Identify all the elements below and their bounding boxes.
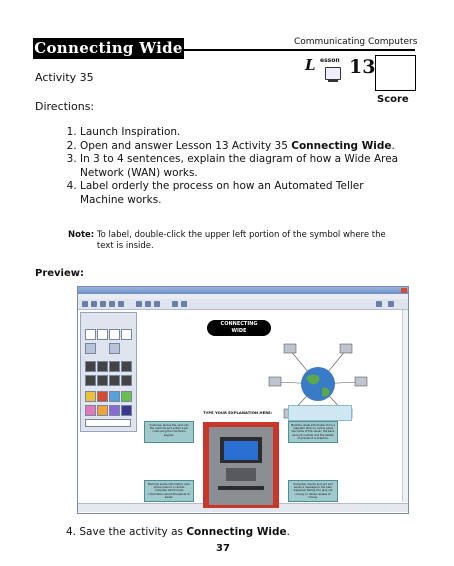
atm-card-slot [218, 486, 264, 490]
atm-screen [224, 441, 258, 460]
palette-dropdown [85, 419, 131, 427]
step-text: In 3 to 4 sentences, explain the diagram… [80, 153, 399, 179]
tool-icon [388, 301, 394, 307]
score-label: Score [377, 94, 409, 105]
palette-cell [97, 375, 108, 386]
note: Note: To label, double-click the upper l… [68, 230, 398, 252]
page-number: 37 [216, 543, 230, 554]
computer-icon [354, 376, 368, 387]
lesson-word: esson [320, 57, 340, 64]
explanation-caption: TYPE YOUR EXPLANATION HERE: [203, 410, 273, 415]
atm-keypad [226, 468, 256, 481]
toolbar [78, 299, 408, 310]
tool-icon [172, 301, 178, 307]
palette-cell [109, 391, 120, 402]
palette-cell [97, 391, 108, 402]
step-after: . [391, 139, 395, 152]
lesson-number: 13 [349, 56, 376, 78]
vertical-scrollbar [402, 310, 408, 502]
close-icon [401, 288, 407, 293]
step-text: Launch Inspiration. [80, 126, 181, 138]
step-3: In 3 to 4 sentences, explain the diagram… [80, 153, 410, 180]
tool-icon [376, 301, 382, 307]
palette-cell [121, 329, 132, 340]
symbol-palette [80, 312, 137, 432]
tool-icon [181, 301, 187, 307]
palette-cell [85, 391, 96, 402]
activity-label: Activity 35 [35, 71, 94, 84]
palette-cell [121, 405, 132, 416]
palette-cell [109, 405, 120, 416]
step-bold: Connecting Wide [291, 139, 392, 152]
lesson-initial: L [305, 56, 316, 74]
palette-cell [109, 329, 120, 340]
note-label: Note: [68, 230, 95, 240]
diagram-title-line2: WIDE [231, 328, 247, 334]
tool-icon [118, 301, 124, 307]
tool-icon [109, 301, 115, 307]
page-title: Connecting Wide [33, 38, 184, 59]
step-2: Open and answer Lesson 13 Activity 35 Co… [80, 140, 410, 154]
step-text: Open and answer Lesson 13 Activity 35 [80, 139, 292, 152]
palette-cell [85, 375, 96, 386]
tool-icon [82, 301, 88, 307]
atm-step-tile: Machine reads information from a magneti… [288, 421, 338, 443]
final-step-after: . [286, 526, 290, 538]
globe-icon [301, 367, 335, 401]
palette-cell [109, 361, 120, 372]
palette-cell [85, 343, 96, 354]
final-step-bold: Connecting Wide [186, 526, 287, 538]
palette-cell [97, 361, 108, 372]
tool-icon [145, 301, 151, 307]
lesson-badge: L esson 13 [305, 56, 375, 88]
diagram-title-badge: CONNECTING WIDE [207, 320, 271, 336]
palette-cell [97, 329, 108, 340]
computer-icon [283, 343, 297, 354]
computer-base-icon [328, 80, 338, 82]
diagram-title-line1: CONNECTING [220, 321, 258, 327]
atm-step-tile: Computer checks account and sends a mess… [288, 480, 338, 502]
palette-cell [121, 361, 132, 372]
palette-cell [85, 329, 96, 340]
explanation-input [288, 405, 352, 421]
tool-icon [154, 301, 160, 307]
palette-cell [121, 375, 132, 386]
directions-list: Launch Inspiration. Open and answer Less… [66, 126, 410, 207]
header-rule [184, 49, 415, 51]
note-text: To label, double-click the upper left po… [96, 230, 386, 251]
palette-cell [97, 405, 108, 416]
step-4: Label orderly the process on how an Auto… [80, 180, 410, 207]
computer-icon [339, 343, 353, 354]
directions-label: Directions: [35, 100, 95, 113]
series-title: Communicating Computers [294, 37, 418, 47]
atm-step-tile: Machine sends information over phone lin… [144, 480, 194, 502]
final-step-text: Save the activity as [79, 526, 187, 538]
final-step: 4. Save the activity as Connecting Wide. [66, 526, 290, 538]
tool-icon [136, 301, 142, 307]
palette-cell [109, 375, 120, 386]
final-step-number: 4. [66, 526, 77, 538]
palette-cell [109, 343, 120, 354]
palette-cell [121, 391, 132, 402]
window-titlebar [78, 287, 408, 294]
tool-icon [100, 301, 106, 307]
preview-label: Preview: [35, 268, 85, 279]
score-box[interactable] [375, 55, 416, 91]
computer-icon [268, 376, 282, 387]
palette-cell [85, 405, 96, 416]
step-text: Label orderly the process on how an Auto… [80, 180, 364, 206]
step-1: Launch Inspiration. [80, 126, 410, 140]
atm-step-tile: Customer places the card into the machin… [144, 421, 194, 443]
tool-icon [91, 301, 97, 307]
palette-cell [85, 361, 96, 372]
computer-icon [325, 67, 341, 80]
